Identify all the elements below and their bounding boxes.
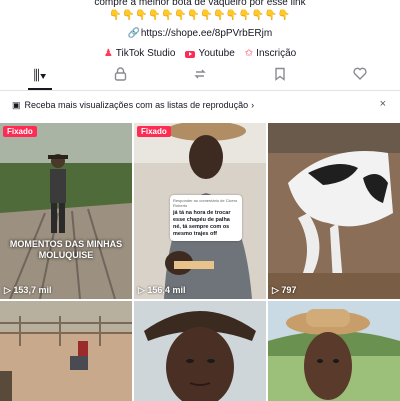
view-count: ▷ 156,4 mil (138, 285, 186, 295)
tab-divider (0, 90, 400, 91)
social-links: ♟ TikTok Studio Youtube ✩ Inscrição (0, 46, 400, 62)
video-thumbnail[interactable]: Fixado MOMENTOS DAS MINHAS MOLUQUISE ▷ 1… (0, 123, 132, 299)
thumbnail-image (134, 301, 266, 401)
thumbnail-image (268, 301, 400, 401)
chevron-right-icon: › (251, 100, 255, 110)
playlist-icon: ▣ (12, 99, 21, 110)
profile-tabs: ⫼▾ (0, 62, 400, 90)
video-caption: MOMENTOS DAS MINHAS MOLUQUISE (9, 239, 123, 260)
thumbnail-image (0, 123, 132, 299)
subscription-label: Inscrição (256, 48, 297, 59)
bio-text: compre a melhor bota de vaqueiro por ess… (94, 0, 306, 8)
video-grid: Fixado MOMENTOS DAS MINHAS MOLUQUISE ▷ 1… (0, 123, 400, 401)
pinned-badge: Fixado (3, 126, 37, 137)
video-thumbnail[interactable]: ▷ 797 (268, 123, 400, 299)
video-thumbnail[interactable] (268, 301, 400, 401)
subscription-link[interactable]: ✩ Inscrição (245, 46, 296, 62)
subscription-icon: ✩ (244, 48, 254, 59)
lock-icon (114, 66, 127, 84)
view-count: ▷ 797 (272, 285, 297, 295)
tab-saved[interactable] (250, 62, 310, 88)
videos-grid-icon: ⫼▾ (33, 66, 47, 83)
banner-text[interactable]: Receba mais visualizações com as listas … (25, 100, 249, 110)
tab-reposts[interactable] (170, 62, 230, 88)
view-count: ▷ 153,7 mil (4, 285, 52, 295)
tiktok-studio-label: TikTok Studio (115, 48, 176, 59)
heart-icon (353, 67, 367, 83)
profile-bio: compre a melhor bota de vaqueiro por ess… (0, 0, 400, 62)
thumbnail-image (268, 123, 400, 299)
youtube-icon (185, 50, 196, 58)
tiktok-studio-link[interactable]: ♟ TikTok Studio (104, 46, 176, 62)
youtube-link[interactable]: Youtube (185, 46, 235, 62)
bio-emojis: 👇👇👇👇👇👇👇👇👇👇👇👇👇👇 (109, 10, 291, 21)
pinned-badge: Fixado (137, 126, 171, 137)
repost-icon (193, 67, 207, 84)
video-thumbnail[interactable] (134, 301, 266, 401)
comment-reply-sticker: Responder ao comentário de Cicero Robert… (170, 195, 242, 241)
bio-link[interactable]: 🔗https://shope.ee/8pPVrbERjm (0, 26, 400, 42)
tab-liked[interactable] (330, 62, 390, 88)
bio-link-text[interactable]: https://shope.ee/8pPVrbERjm (141, 28, 272, 39)
video-thumbnail[interactable]: Fixado Responder ao comentário de Cicero… (134, 123, 266, 299)
link-icon: 🔗 (127, 28, 141, 39)
thumbnail-image (0, 301, 132, 401)
person-icon: ♟ (103, 48, 113, 59)
video-thumbnail[interactable] (0, 301, 132, 401)
youtube-label: Youtube (198, 48, 235, 59)
reply-header: Responder ao comentário de Cicero Robert… (173, 198, 238, 208)
saved-icon (274, 67, 287, 84)
reply-text: já tá na hora de trocar esse chapéu de p… (173, 210, 231, 237)
playlist-banner[interactable]: ▣ Receba mais visualizações com as lista… (0, 94, 400, 116)
close-banner-button[interactable]: × (380, 98, 386, 110)
tab-videos[interactable]: ⫼▾ (10, 62, 70, 90)
tab-private[interactable] (90, 62, 150, 88)
